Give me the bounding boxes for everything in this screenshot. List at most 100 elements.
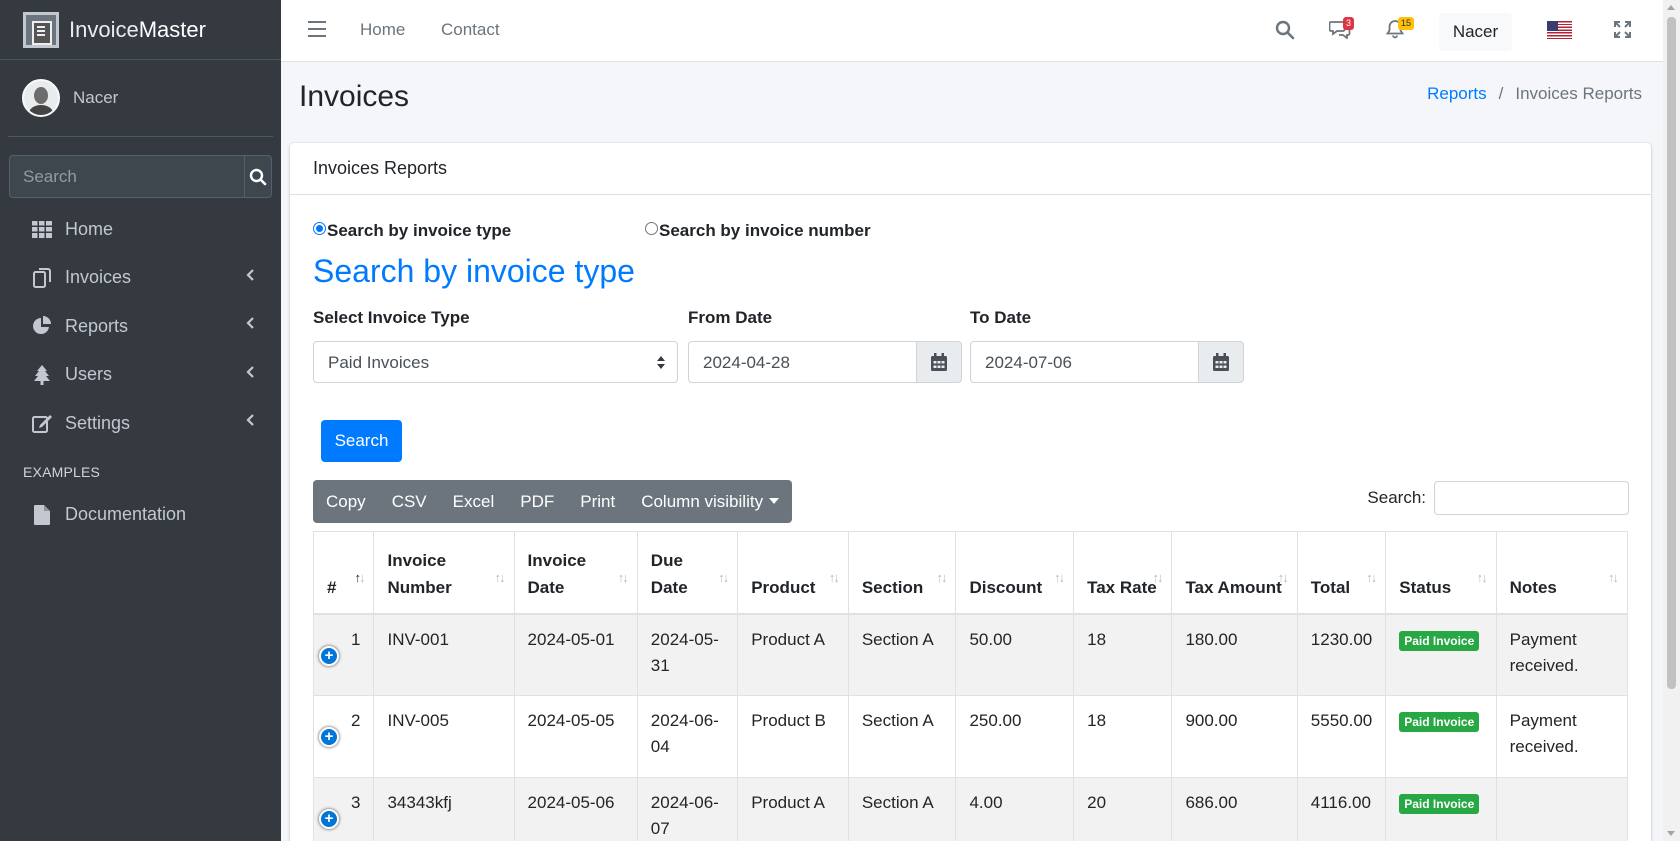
user-menu-button[interactable]: Nacer xyxy=(1439,13,1512,51)
sidebar: InvoiceMaster Nacer Home Invoices xyxy=(0,0,281,841)
table-cell: 686.00 xyxy=(1171,777,1298,841)
pdf-button[interactable]: PDF xyxy=(507,492,567,512)
column-header-label: Due Date xyxy=(650,550,688,597)
messages-dropdown[interactable]: 3 xyxy=(1328,17,1359,43)
row-number-cell: +3 xyxy=(312,777,375,841)
column-header[interactable]: Due Date ↑↓ xyxy=(636,531,739,615)
column-header[interactable]: Product ↑↓ xyxy=(737,531,849,615)
sort-icon: ↑↓ xyxy=(1277,569,1289,585)
expand-row-icon[interactable]: + xyxy=(319,645,339,666)
print-button[interactable]: Print xyxy=(567,492,628,512)
chevron-left-icon xyxy=(246,268,254,281)
sort-icon: ↑↓ xyxy=(1054,569,1065,585)
us-flag-icon[interactable] xyxy=(1547,21,1572,39)
column-header[interactable]: Total ↑↓ xyxy=(1296,531,1387,615)
column-header[interactable]: Section ↑↓ xyxy=(847,531,957,615)
table-header-row: # ↑↓ Invoice Number ↑↓ Invoice Date ↑↓ Due … xyxy=(312,531,1629,615)
column-header[interactable]: # ↑↓ xyxy=(312,531,375,615)
breadcrumb-reports[interactable]: Reports xyxy=(1427,84,1487,104)
column-header-label: # xyxy=(327,577,337,597)
sidebar-item-users[interactable]: Users xyxy=(0,351,281,400)
chevron-left-icon xyxy=(246,365,254,378)
copy-button[interactable]: Copy xyxy=(313,492,379,512)
from-date-input[interactable]: 2024-04-28 xyxy=(688,341,917,383)
column-header[interactable]: Status ↑↓ xyxy=(1385,531,1497,615)
export-button-group: Copy CSV Excel PDF Print Column visibili… xyxy=(313,480,793,523)
table-row[interactable]: +3 34343kfj 2024-05-06 2024-06-07 Produc… xyxy=(312,777,1629,841)
sort-icon: ↑↓ xyxy=(494,569,506,585)
column-header[interactable]: Notes ↑↓ xyxy=(1495,531,1629,615)
table-cell: 2024-05-06 xyxy=(513,777,638,841)
scroll-down-arrow-icon[interactable] xyxy=(1667,831,1675,836)
column-header[interactable]: Invoice Date ↑↓ xyxy=(513,531,638,615)
radio-unselected-indicator[interactable] xyxy=(645,221,658,235)
sidebar-item-home[interactable]: Home xyxy=(0,205,281,254)
table-cell: 18 xyxy=(1073,613,1173,696)
table-row[interactable]: +1 INV-001 2024-05-01 2024-05-31 Product… xyxy=(312,613,1629,696)
table-row[interactable]: +2 INV-005 2024-05-05 2024-06-04 Product… xyxy=(312,695,1629,778)
table-cell: 5550.00 xyxy=(1296,695,1387,778)
invoice-type-select[interactable]: Paid Invoices xyxy=(313,341,678,383)
cell-text: 3 xyxy=(351,793,361,812)
sidebar-nav-header: EXAMPLES xyxy=(23,463,101,480)
status-badge: Paid Invoice xyxy=(1399,630,1480,651)
page-scrollbar[interactable] xyxy=(1663,0,1680,841)
to-date-input[interactable]: 2024-07-06 xyxy=(970,341,1199,383)
column-header[interactable]: Tax Amount ↑↓ xyxy=(1171,531,1298,615)
excel-button[interactable]: Excel xyxy=(440,492,508,512)
tree-icon xyxy=(31,364,53,386)
radio-selected-indicator[interactable] xyxy=(313,221,326,235)
brand-link[interactable]: InvoiceMaster xyxy=(0,0,281,60)
sidebar-item-reports[interactable]: Reports xyxy=(0,302,281,351)
chevron-left-icon xyxy=(246,414,254,426)
from-date-calendar-button[interactable] xyxy=(917,341,962,383)
scrollbar-thumb[interactable] xyxy=(1667,17,1676,689)
table-search-input[interactable] xyxy=(1434,481,1629,515)
sidebar-user-name[interactable]: Nacer xyxy=(73,88,118,108)
chart-pie-icon xyxy=(31,315,53,337)
csv-button[interactable]: CSV xyxy=(379,492,440,512)
search-mode-radios: Search by invoice type Search by invoice… xyxy=(313,221,871,241)
sidebar-item-invoices[interactable]: Invoices xyxy=(0,254,281,303)
status-cell: Paid Invoice xyxy=(1385,613,1497,696)
table-cell: 250.00 xyxy=(955,695,1075,778)
to-date-calendar-button[interactable] xyxy=(1199,341,1244,383)
column-header-label: Notes xyxy=(1509,577,1557,597)
search-button[interactable]: Search xyxy=(321,420,402,462)
user-panel[interactable]: Nacer xyxy=(8,60,273,137)
column-header[interactable]: Invoice Number ↑↓ xyxy=(373,531,515,615)
expand-row-icon[interactable]: + xyxy=(319,809,339,829)
sidebar-item-settings[interactable]: Settings xyxy=(0,399,281,448)
sidebar-item-label: Reports xyxy=(65,315,129,336)
radio-search-by-type[interactable]: Search by invoice type xyxy=(313,221,645,241)
column-header-label: Product xyxy=(751,577,816,597)
status-cell: Paid Invoice xyxy=(1385,777,1497,841)
sort-icon: ↑↓ xyxy=(1366,569,1377,585)
label-from-date: From Date xyxy=(688,308,773,327)
table-cell: INV-005 xyxy=(373,695,515,778)
status-badge: Paid Invoice xyxy=(1399,712,1480,732)
table-cell: Product A xyxy=(737,777,849,841)
hamburger-menu-icon[interactable] xyxy=(308,21,326,37)
page-title: Invoices xyxy=(299,80,410,113)
sidebar-search xyxy=(9,155,272,198)
expand-icon[interactable] xyxy=(1614,21,1631,38)
sidebar-item-documentation[interactable]: Documentation xyxy=(0,491,281,540)
search-icon[interactable] xyxy=(1275,20,1295,40)
sidebar-item-label: Documentation xyxy=(65,504,187,525)
sort-icon: ↑↓ xyxy=(1152,569,1163,585)
cell-text: 2 xyxy=(351,711,361,730)
column-header[interactable]: Tax Rate ↑↓ xyxy=(1073,531,1173,615)
calendar-icon xyxy=(931,353,947,371)
notifications-dropdown[interactable]: 15 xyxy=(1385,17,1418,43)
radio-search-by-number[interactable]: Search by invoice number xyxy=(645,221,871,241)
expand-row-icon[interactable]: + xyxy=(319,727,339,747)
column-header[interactable]: Discount ↑↓ xyxy=(955,531,1075,615)
sidebar-search-button[interactable] xyxy=(244,155,272,198)
column-visibility-button[interactable]: Column visibility xyxy=(628,492,792,512)
sidebar-search-input[interactable] xyxy=(9,155,244,198)
nav-link-contact[interactable]: Contact xyxy=(441,20,500,40)
scroll-up-arrow-icon[interactable] xyxy=(1667,5,1675,10)
nav-link-home[interactable]: Home xyxy=(360,20,405,40)
status-badge: Paid Invoice xyxy=(1399,794,1480,814)
